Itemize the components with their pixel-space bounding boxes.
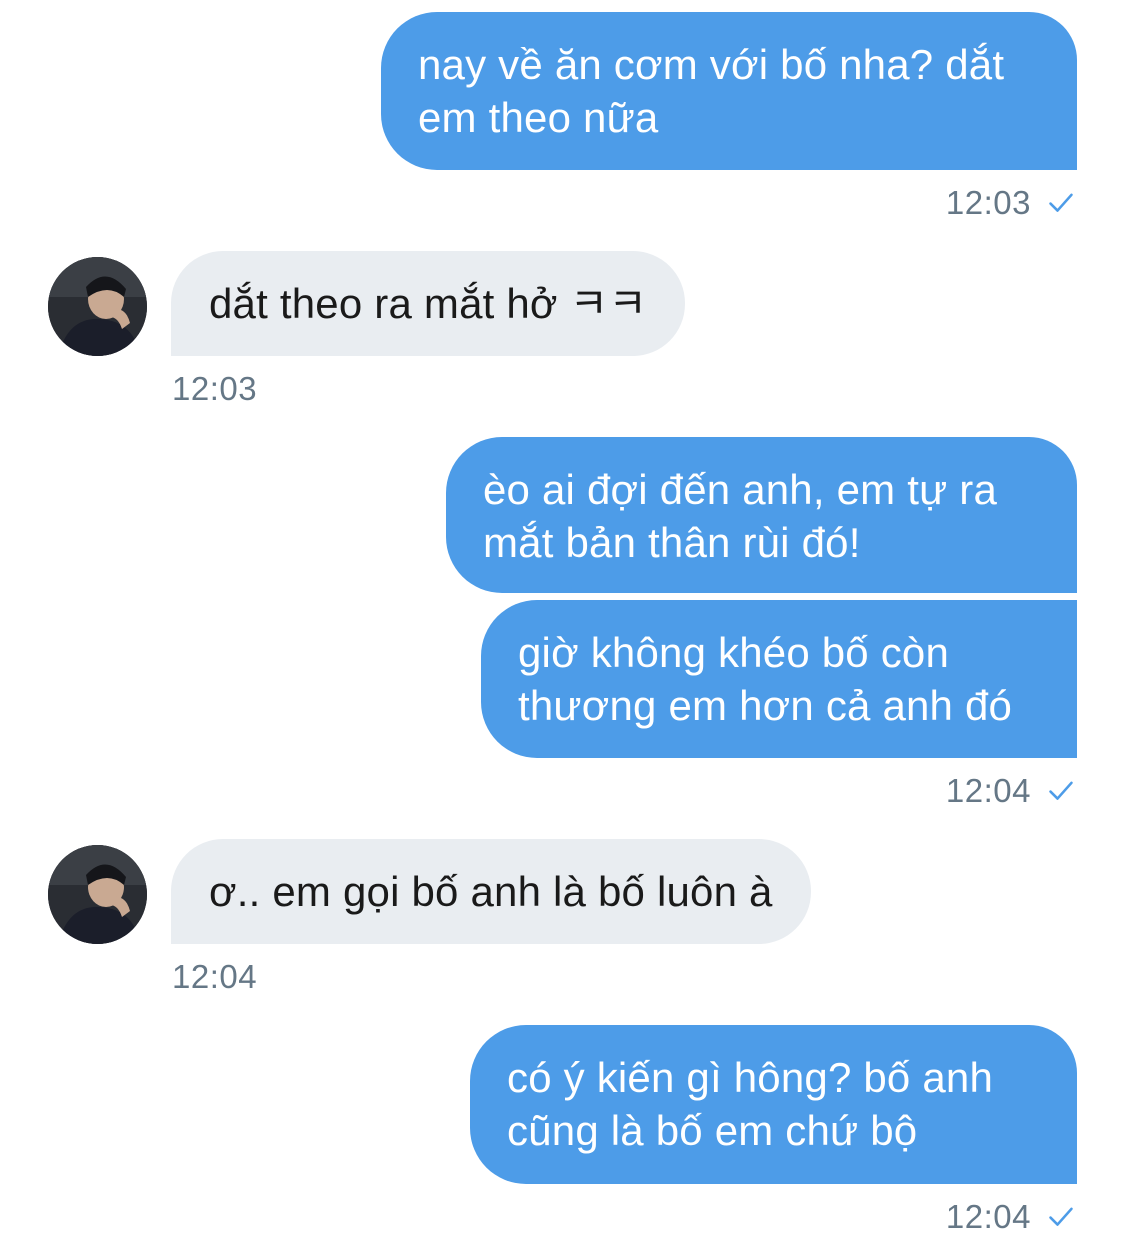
message-text-line: mắt bản thân rùi đó!: [483, 519, 861, 566]
checkmark-icon: [1049, 781, 1073, 800]
incoming-message-bubble[interactable]: ơ.. em gọi bố anh là bố luôn à: [171, 839, 811, 944]
message-text-line: cũng là bố em chứ bộ: [507, 1107, 918, 1154]
outgoing-message-bubble[interactable]: èo ai đợi đến anh, em tự ra mắt bản thân…: [446, 437, 1077, 593]
avatar-photo: [48, 845, 147, 944]
avatar-photo: [48, 257, 147, 356]
timestamp: 12:04: [172, 958, 258, 995]
message-text: dắt theo ra mắt hở ㅋㅋ: [209, 280, 648, 327]
message-thread: nay về ăn cơm với bố nha? dắt em theo nữ…: [0, 0, 1125, 1244]
message-meta: 12:04: [946, 772, 1075, 810]
outgoing-message-bubble[interactable]: có ý kiến gì hông? bố anh cũng là bố em …: [470, 1025, 1077, 1184]
message-meta: 12:04: [172, 958, 257, 996]
incoming-message-bubble[interactable]: dắt theo ra mắt hở ㅋㅋ: [171, 251, 686, 356]
message-text-line: èo ai đợi đến anh, em tự ra: [483, 466, 998, 513]
message-text-line: có ý kiến gì hông? bố anh: [507, 1054, 994, 1101]
timestamp: 12:04: [945, 1198, 1031, 1235]
timestamp: 12:04: [945, 772, 1031, 809]
checkmark-icon: [1049, 1207, 1073, 1226]
avatar[interactable]: [48, 257, 147, 356]
avatar[interactable]: [48, 845, 147, 944]
outgoing-message-bubble[interactable]: giờ không khéo bố còn thương em hơn cả a…: [481, 600, 1077, 758]
message-text-line: thương em hơn cả anh đó: [518, 682, 1013, 729]
timestamp: 12:03: [172, 370, 258, 407]
message-text-line: nay về ăn cơm với bố nha? dắt: [418, 41, 1005, 88]
message-text-line: em theo nữa: [418, 94, 659, 141]
message-meta: 12:04: [946, 1198, 1075, 1236]
checkmark-icon: [1049, 193, 1073, 212]
message-meta: 12:03: [172, 370, 257, 408]
message-text: ơ.. em gọi bố anh là bố luôn à: [209, 868, 773, 915]
outgoing-message-bubble[interactable]: nay về ăn cơm với bố nha? dắt em theo nữ…: [381, 12, 1077, 170]
timestamp: 12:03: [945, 184, 1031, 221]
message-meta: 12:03: [946, 184, 1075, 222]
message-text-line: giờ không khéo bố còn: [518, 629, 950, 676]
